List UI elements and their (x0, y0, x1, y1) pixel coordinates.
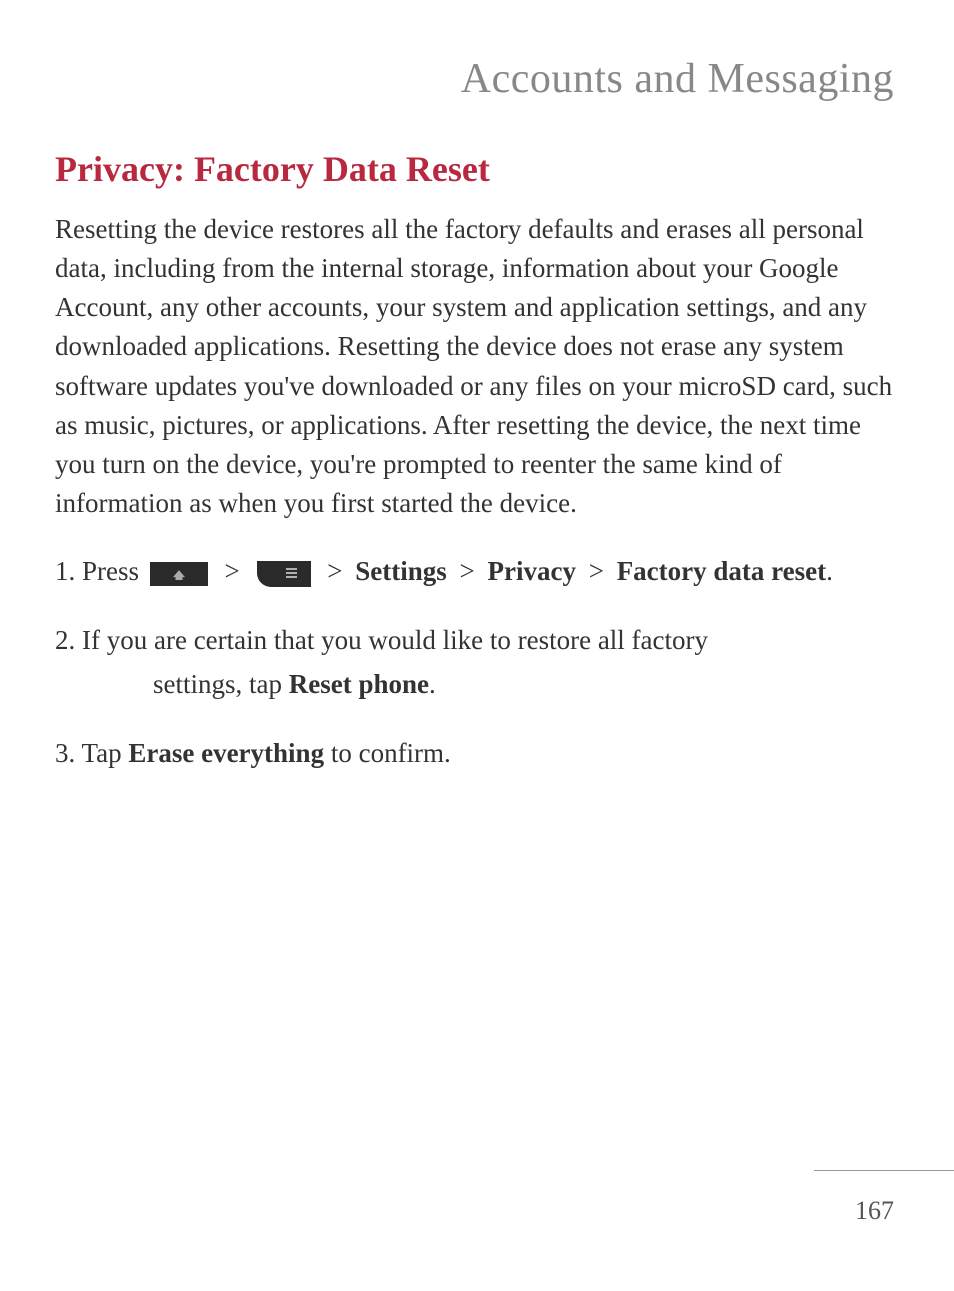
step-3: 3. Tap Erase everything to confirm. (0, 733, 954, 774)
section-heading: Privacy: Factory Data Reset (0, 103, 954, 190)
step-2: 2. If you are certain that you would lik… (0, 620, 954, 705)
step-text: Press (82, 556, 146, 586)
separator: > (225, 556, 240, 586)
menu-icon (257, 561, 311, 587)
action-erase-everything: Erase everything (128, 738, 324, 768)
action-reset-phone: Reset phone (289, 669, 429, 699)
step-text: settings, tap (153, 669, 289, 699)
home-icon (150, 562, 208, 586)
separator: > (327, 556, 342, 586)
page-title: Accounts and Messaging (0, 0, 954, 103)
nav-factory-reset: Factory data reset (617, 556, 826, 586)
step-text: Tap (82, 738, 129, 768)
step-number: 3. (55, 738, 75, 768)
nav-privacy: Privacy (487, 556, 575, 586)
separator: > (589, 556, 604, 586)
separator: > (460, 556, 475, 586)
period: . (826, 556, 833, 586)
step-text: If you are certain that you would like t… (82, 625, 708, 655)
section-body: Resetting the device restores all the fa… (0, 190, 954, 523)
period: . (429, 669, 436, 699)
page-number: 167 (855, 1196, 894, 1226)
step-number: 2. (55, 625, 75, 655)
step-number: 1. (55, 556, 75, 586)
decorative-line (814, 1170, 954, 1171)
step-text: to confirm. (324, 738, 451, 768)
nav-settings: Settings (355, 556, 447, 586)
step-1: 1. Press > > Settings > Privacy > Factor… (0, 551, 954, 592)
